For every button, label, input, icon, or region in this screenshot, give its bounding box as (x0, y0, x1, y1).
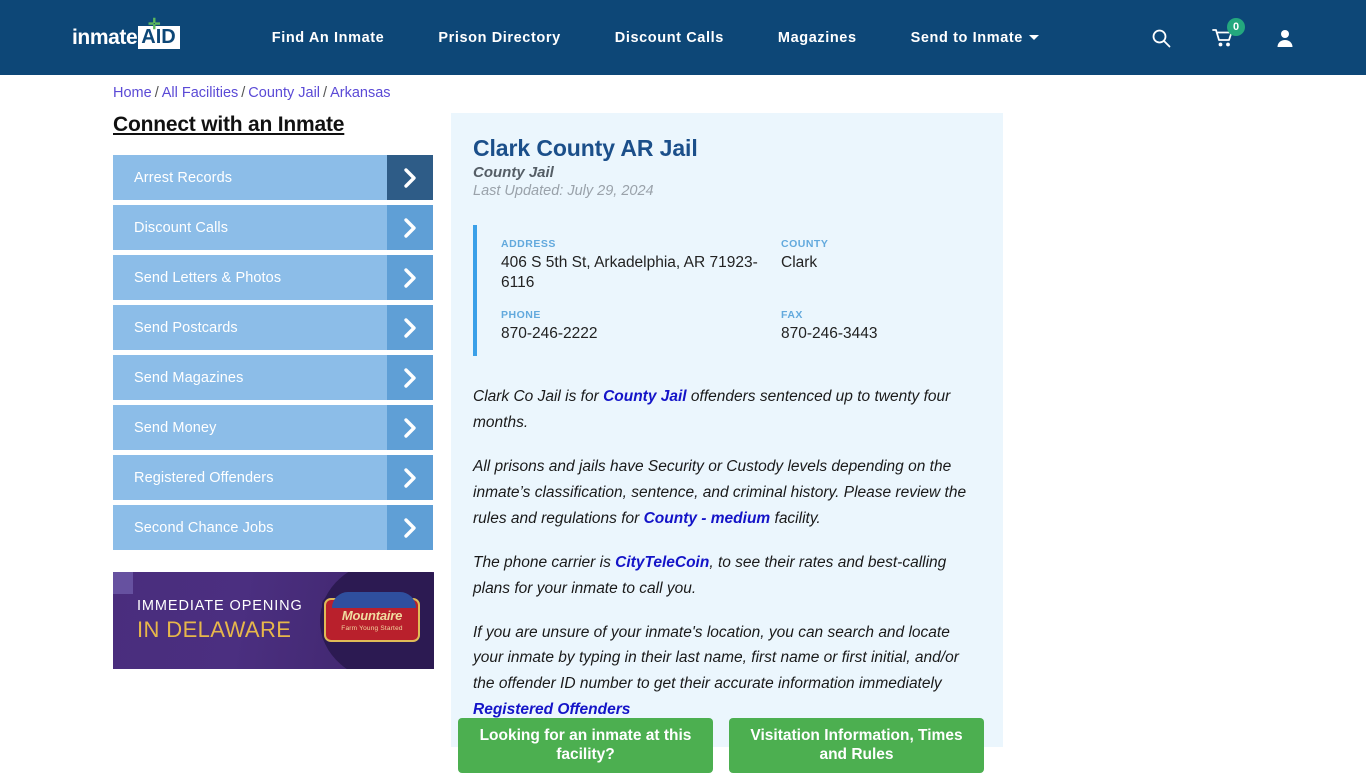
breadcrumb-separator: / (241, 85, 246, 101)
breadcrumb-item-home[interactable]: Home (113, 85, 152, 101)
facility-description: Clark Co Jail is for County Jail offende… (473, 384, 981, 723)
sidebar-item-send-money[interactable]: Send Money (113, 405, 433, 450)
nav-label: Find An Inmate (271, 29, 385, 46)
description-paragraph: Clark Co Jail is for County Jail offende… (473, 384, 981, 436)
sidebar-item-second-chance-jobs[interactable]: Second Chance Jobs (113, 505, 433, 550)
sidebar-item-send-magazines[interactable]: Send Magazines (113, 355, 433, 400)
page-title: Clark County AR Jail (473, 135, 698, 161)
chevron-right-icon (387, 305, 433, 350)
chevron-right-icon (387, 155, 433, 200)
inline-link[interactable]: CityTeleCoin (615, 554, 709, 571)
site-header: inmate AID ✛ Find An Inmate Prison Direc… (0, 0, 1366, 75)
sidebar-item-label: Arrest Records (134, 169, 233, 186)
search-icon[interactable] (1150, 27, 1172, 49)
sidebar: Connect with an Inmate Arrest Records Di… (113, 113, 433, 555)
chevron-right-icon (387, 205, 433, 250)
site-logo[interactable]: inmate AID ✛ (72, 17, 180, 53)
info-value: Clark (781, 254, 818, 271)
sidebar-item-label: Second Chance Jobs (134, 519, 274, 536)
mountaire-logo: Mountaire Farm Young Started (324, 592, 420, 642)
inline-text: Clark Co Jail is for (473, 388, 604, 406)
description-paragraph: All prisons and jails have Security or C… (473, 454, 981, 532)
ad-headline-line2: IN DELAWARE (137, 617, 292, 642)
sidebar-item-label: Send Money (134, 419, 217, 436)
breadcrumb-separator: / (154, 85, 159, 101)
main-navigation: Find An Inmate Prison Directory Discount… (245, 30, 1066, 46)
nav-item-prison-directory[interactable]: Prison Directory (411, 30, 587, 46)
cart-count-badge: 0 (1227, 17, 1245, 36)
inline-link[interactable]: Registered Offenders (473, 701, 630, 718)
chevron-right-icon (387, 455, 433, 500)
visitation-info-button[interactable]: Visitation Information, Times and Rules (729, 718, 984, 773)
nav-item-magazines[interactable]: Magazines (751, 30, 884, 46)
last-updated-text: Last Updated: July 29, 2024 (473, 183, 654, 199)
facility-type: County Jail (473, 164, 554, 181)
info-field-fax: FAX 870-246-3443 (781, 309, 981, 344)
user-icon[interactable] (1274, 27, 1296, 49)
ad-headline-line1: IMMEDIATE OPENING (137, 598, 303, 614)
nav-label: Discount Calls (614, 29, 724, 46)
description-paragraph: The phone carrier is CityTeleCoin, to se… (473, 550, 981, 602)
sidebar-item-send-postcards[interactable]: Send Postcards (113, 305, 433, 350)
nav-item-find-an-inmate[interactable]: Find An Inmate (245, 30, 412, 46)
info-value: 870-246-2222 (501, 325, 598, 343)
sidebar-item-label: Send Postcards (134, 319, 238, 336)
nav-label: Magazines (777, 29, 857, 46)
chevron-down-icon (1028, 35, 1039, 41)
info-label: ADDRESS (501, 238, 556, 250)
breadcrumb-item-all-facilities[interactable]: All Facilities (162, 85, 239, 101)
info-label: PHONE (501, 309, 541, 322)
ad-logo-brand: Mountaire (341, 607, 403, 623)
ad-corner-accent (113, 572, 133, 594)
find-inmate-button[interactable]: Looking for an inmate at this facility? (458, 718, 713, 773)
info-value: 406 S 5th St, Arkadelphia, AR 71923-6116 (501, 254, 758, 292)
info-label: COUNTY (781, 238, 829, 250)
cta-button-row: Looking for an inmate at this facility? … (458, 718, 984, 773)
nav-label: Send to Inmate (910, 29, 1023, 46)
inline-text: facility. (770, 509, 821, 527)
info-field-phone: PHONE 870-246-2222 (501, 309, 781, 344)
ad-logo-tagline: Farm Young Started (341, 624, 403, 632)
advertisement-banner[interactable]: IMMEDIATE OPENING IN DELAWARE Mountaire … (113, 572, 434, 669)
breadcrumb-separator: / (323, 85, 328, 101)
chevron-right-icon (387, 355, 433, 400)
sidebar-item-label: Send Magazines (134, 369, 244, 386)
chevron-right-icon (387, 255, 433, 300)
chevron-right-icon (387, 505, 433, 550)
inline-text: The phone carrier is (473, 553, 616, 571)
sidebar-item-discount-calls[interactable]: Discount Calls (113, 205, 433, 250)
breadcrumb-item-arkansas[interactable]: Arkansas (330, 85, 390, 101)
inline-text: If you are unsure of your inmate's locat… (473, 623, 959, 693)
sidebar-item-label: Registered Offenders (134, 469, 274, 486)
description-paragraph: If you are unsure of your inmate's locat… (473, 620, 981, 724)
logo-wordmark: inmate (72, 25, 138, 49)
header-icon-group: 0 (1150, 0, 1296, 75)
sidebar-item-arrest-records[interactable]: Arrest Records (113, 155, 433, 200)
breadcrumb: Home / All Facilities / County Jail / Arkansas (113, 85, 391, 101)
logo-plus-icon: ✛ (148, 15, 161, 33)
ad-logo-arc (332, 592, 416, 608)
chevron-right-icon (387, 405, 433, 450)
info-field-address: ADDRESS 406 S 5th St, Arkadelphia, AR 71… (501, 238, 781, 293)
cart-icon[interactable]: 0 (1212, 17, 1245, 49)
info-label: FAX (781, 309, 803, 322)
nav-item-send-to-inmate[interactable]: Send to Inmate (884, 30, 1066, 46)
sidebar-title: Connect with an Inmate (113, 113, 345, 136)
sidebar-item-label: Send Letters & Photos (134, 269, 282, 286)
facility-contact-block: ADDRESS 406 S 5th St, Arkadelphia, AR 71… (473, 225, 981, 357)
sidebar-item-registered-offenders[interactable]: Registered Offenders (113, 455, 433, 500)
inline-link[interactable]: County - medium (644, 510, 771, 527)
nav-item-discount-calls[interactable]: Discount Calls (588, 30, 751, 46)
sidebar-item-label: Discount Calls (134, 219, 229, 236)
nav-label: Prison Directory (438, 29, 561, 46)
facility-info-card: Clark County AR Jail County Jail Last Up… (451, 113, 1003, 748)
breadcrumb-item-county-jail[interactable]: County Jail (248, 85, 320, 101)
sidebar-item-send-letters-photos[interactable]: Send Letters & Photos (113, 255, 433, 300)
info-field-county: COUNTY Clark (781, 238, 981, 293)
inline-link[interactable]: County Jail (603, 388, 687, 405)
info-value: 870-246-3443 (781, 325, 878, 343)
